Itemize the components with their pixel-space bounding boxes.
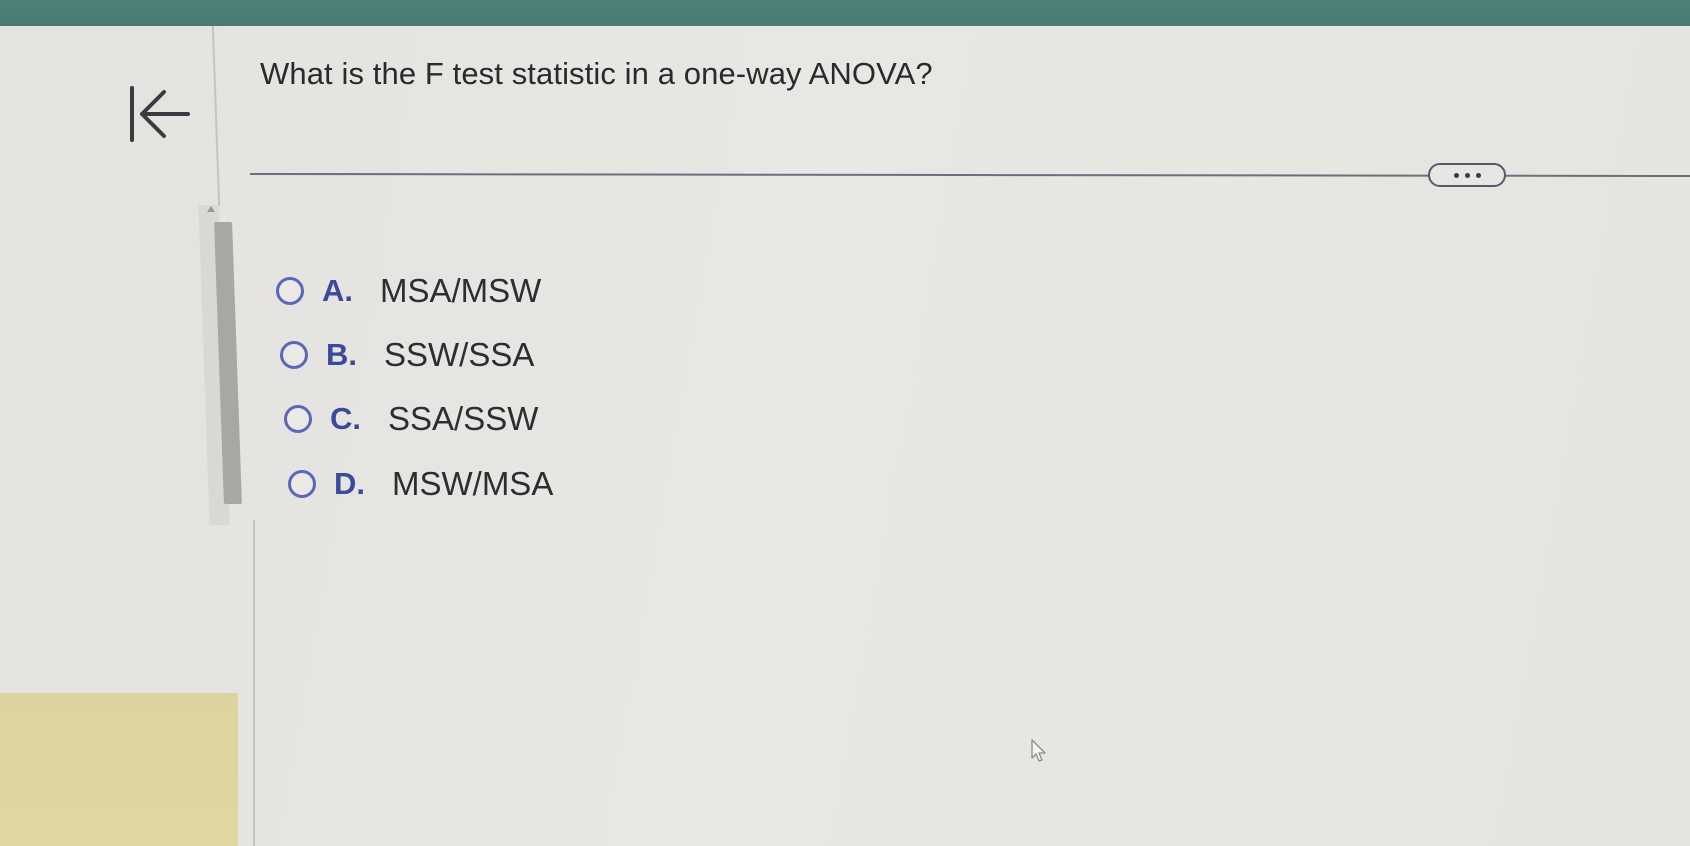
option-a[interactable]: A. MSA/MSW <box>276 272 541 310</box>
radio-button-b[interactable] <box>280 341 308 369</box>
ellipsis-icon <box>1475 172 1481 178</box>
top-bar <box>0 0 1690 26</box>
question-text: What is the F test statistic in a one-wa… <box>260 56 933 91</box>
left-panel-highlight <box>0 693 238 846</box>
option-text: MSW/MSA <box>392 465 554 502</box>
scroll-up-arrow-icon[interactable] <box>207 206 215 212</box>
ellipsis-icon <box>1453 172 1459 178</box>
more-button[interactable] <box>1428 163 1506 187</box>
radio-button-d[interactable] <box>288 470 316 498</box>
option-letter: C. <box>330 401 361 436</box>
mouse-pointer-icon <box>1031 739 1046 762</box>
option-letter: A. <box>322 273 353 308</box>
radio-button-a[interactable] <box>276 277 304 305</box>
option-letter: D. <box>334 466 365 501</box>
option-d[interactable]: D. MSW/MSA <box>288 465 553 503</box>
back-to-start-icon[interactable] <box>126 84 190 144</box>
panel-divider-lower <box>253 520 255 846</box>
ellipsis-icon <box>1464 172 1470 178</box>
radio-button-c[interactable] <box>284 405 312 433</box>
option-text: MSA/MSW <box>380 272 542 309</box>
option-c[interactable]: C. SSA/SSW <box>284 400 538 438</box>
option-b[interactable]: B. SSW/SSA <box>280 336 534 374</box>
option-text: SSW/SSA <box>384 336 535 373</box>
option-letter: B. <box>326 337 357 372</box>
option-text: SSA/SSW <box>388 400 539 437</box>
screen: What is the F test statistic in a one-wa… <box>0 0 1690 846</box>
